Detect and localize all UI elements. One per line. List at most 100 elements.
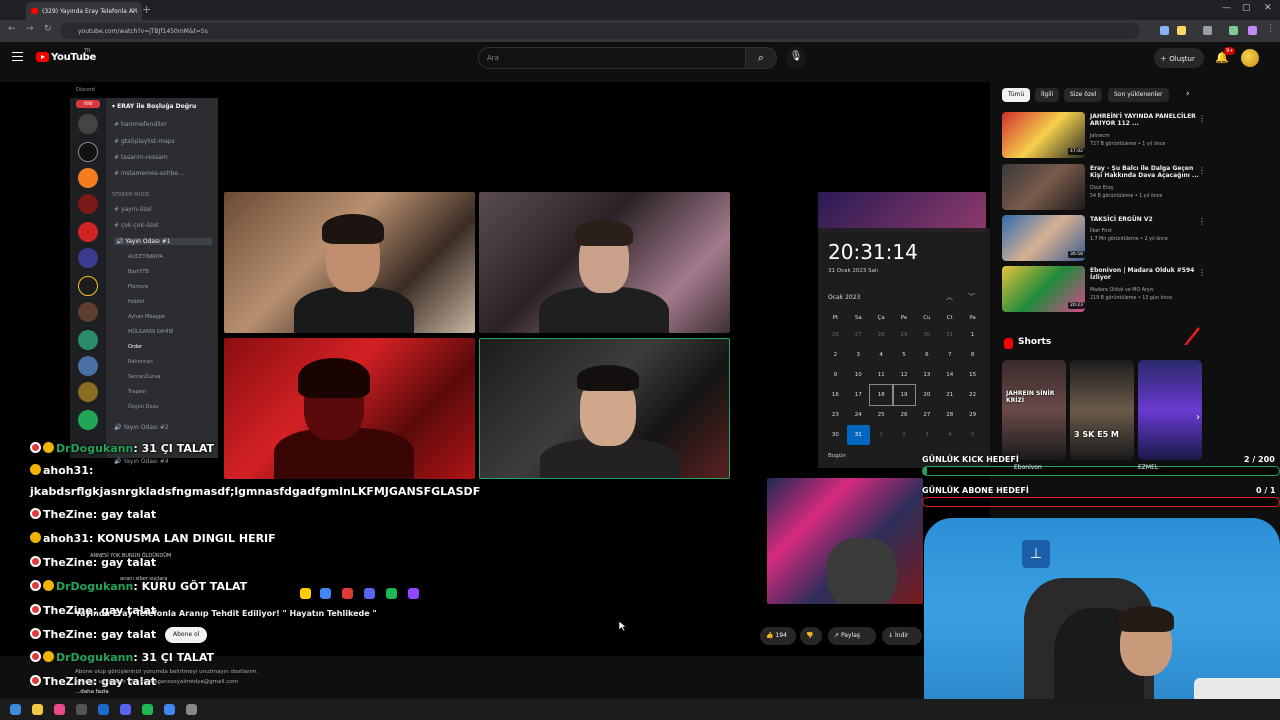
text-channel[interactable]: # çok-çok-özel [114, 222, 158, 229]
more-options-icon[interactable]: ⋮ [1198, 114, 1206, 123]
recommended-video[interactable]: 47:02 JAHREİN'İ YAYINDA PANELCİLER ARIYO… [1002, 112, 1212, 158]
recommended-video[interactable]: Eray - Şu Balcı ile Dalga Geçen Kişi Hak… [1002, 164, 1212, 210]
user-avatar[interactable] [1241, 49, 1259, 67]
calendar-day[interactable]: 17 [847, 385, 870, 405]
channel-name[interactable]: İlker First [1090, 229, 1112, 234]
calendar-day[interactable]: 25 [870, 405, 893, 425]
video-title[interactable]: JAHREİN'İ YAYINDA PANELCİLER ARIYOR 112 … [1090, 113, 1200, 127]
chips-next-icon[interactable]: › [1186, 89, 1190, 99]
video-title[interactable]: Eray - Şu Balcı ile Dalga Geçen Kişi Hak… [1090, 165, 1200, 179]
chrome-icon[interactable] [164, 704, 175, 715]
voice-member[interactable]: MÜLGANİN SAHİBİ [128, 329, 173, 335]
server-icon[interactable] [78, 356, 98, 376]
calendar-day[interactable]: 3 [915, 425, 938, 445]
maximize-icon[interactable]: ▢ [1242, 3, 1251, 13]
guild-name[interactable]: ▾ ERAY ile Boşluğa Doğru [112, 103, 196, 110]
calendar-day[interactable]: 24 [847, 405, 870, 425]
calendar-day[interactable]: 27 [915, 405, 938, 425]
forward-icon[interactable]: → [26, 24, 34, 34]
calendar-day[interactable]: 30 [824, 425, 847, 445]
calendar-day[interactable]: 31 [846, 425, 870, 445]
calendar-day[interactable]: 4 [870, 345, 893, 365]
calendar-day[interactable]: 26 [893, 405, 916, 425]
calendar-day[interactable]: 30 [915, 325, 938, 345]
reload-icon[interactable]: ↻ [44, 24, 52, 34]
video-title[interactable]: Ebonivon | Madara Olduk #594 İzliyor [1090, 267, 1200, 281]
server-icon[interactable] [78, 194, 98, 214]
create-button[interactable]: ＋ Oluştur [1154, 48, 1204, 68]
calendar-day[interactable]: 21 [938, 385, 961, 405]
calendar-day[interactable]: 15 [961, 365, 984, 385]
steam-icon[interactable] [98, 704, 109, 715]
channel-name[interactable]: Jahrecm [1090, 134, 1110, 139]
text-channel[interactable]: # yayın-özel [114, 206, 152, 213]
server-icon[interactable] [78, 142, 98, 162]
calendar-day[interactable]: 12 [893, 365, 916, 385]
chip-recent[interactable]: Son yüklenenler [1108, 88, 1169, 102]
voice-member[interactable]: Order [128, 344, 142, 350]
calendar-down-icon[interactable]: ﹀ [968, 292, 975, 302]
chip-for-you[interactable]: Size özel [1064, 88, 1103, 102]
more-options-icon[interactable]: ⋮ [1198, 268, 1206, 277]
file-explorer-icon[interactable] [32, 704, 43, 715]
channel-name[interactable]: Madara Olduk ve MO Arşiv [1090, 288, 1154, 293]
text-channel[interactable]: # hammefendiler [114, 121, 167, 128]
youtube-logo-icon[interactable] [36, 52, 49, 62]
voice-channel[interactable]: 🔊 Yayın Odası #4 [114, 458, 169, 465]
voice-member[interactable]: Trapein [128, 389, 146, 395]
more-options-icon[interactable]: ⋮ [1198, 166, 1206, 175]
calendar-day[interactable]: 14 [938, 365, 961, 385]
calendar-day[interactable]: 6 [915, 345, 938, 365]
text-channel[interactable]: # tasarım-ressam [114, 154, 168, 161]
calendar-day[interactable]: 26 [824, 325, 847, 345]
voice-member[interactable]: BarlıYTB [128, 269, 149, 275]
voice-member[interactable]: SercanZunsa [128, 374, 161, 380]
video-title[interactable]: TAKSİCİ ERGÜN V2 [1090, 216, 1200, 223]
server-icon[interactable] [78, 410, 98, 430]
calendar-day[interactable]: 13 [915, 365, 938, 385]
server-icon[interactable] [78, 222, 98, 242]
calendar-day[interactable]: 11 [870, 365, 893, 385]
calendar-day[interactable]: 2 [824, 345, 847, 365]
recommended-video[interactable]: 36:58 TAKSİCİ ERGÜN V2 İlker First 1,7 M… [1002, 215, 1212, 261]
voice-channel[interactable]: 🔊 Yayın Odası #2 [114, 424, 169, 431]
calendar-day[interactable]: 23 [824, 405, 847, 425]
voice-member[interactable]: ALICETINKAYA [128, 254, 163, 260]
voice-member[interactable]: Ayhan Mbappe [128, 314, 165, 320]
channel-category[interactable]: STREAM MODE [112, 192, 149, 198]
discord-icon[interactable] [120, 704, 131, 715]
server-icon[interactable] [78, 382, 98, 402]
channel-name[interactable]: Dizzi Eray [1090, 186, 1114, 191]
calendar-day[interactable]: 29 [961, 405, 984, 425]
menu-dots-icon[interactable]: ⋮ [1266, 24, 1275, 34]
hamburger-menu-icon[interactable] [12, 52, 23, 61]
calendar-month[interactable]: Ocak 2023 [828, 294, 860, 301]
voice-channel-active[interactable]: 🔊 Yayın Odası #1 [114, 238, 212, 245]
server-icon[interactable] [78, 168, 98, 188]
spotify-icon[interactable] [142, 704, 153, 715]
calendar-day[interactable]: 9 [824, 365, 847, 385]
calendar-day[interactable]: 5 [961, 425, 984, 445]
calendar-day[interactable]: 22 [961, 385, 984, 405]
calendar-day[interactable]: 31 [938, 325, 961, 345]
calendar-day[interactable]: 16 [824, 385, 847, 405]
browser-tab[interactable]: (329) Yayında Eray Telefonla Arı ✕ [26, 2, 142, 20]
share-button[interactable]: ↗ Paylaş [828, 627, 876, 645]
calendar-day[interactable]: 27 [847, 325, 870, 345]
calendar-day[interactable]: 20 [915, 385, 938, 405]
text-channel[interactable]: # instamemes-sohbe... [114, 170, 184, 177]
calendar-day[interactable]: 28 [870, 325, 893, 345]
install-icon[interactable] [1160, 26, 1169, 35]
calendar-day[interactable]: 4 [938, 425, 961, 445]
server-icon[interactable] [78, 330, 98, 350]
new-tab-icon[interactable]: + [142, 3, 151, 16]
text-channel[interactable]: # gta5playlist-maps [114, 138, 175, 145]
voice-member[interactable]: Hobbit [128, 299, 145, 305]
close-window-icon[interactable]: ✕ [1264, 3, 1272, 13]
more-options-icon[interactable]: ⋮ [1198, 217, 1206, 226]
app-icon[interactable] [54, 704, 65, 715]
short-thumbnail[interactable]: JAHREIN SİNİR KRİZİ [1002, 360, 1066, 460]
account-icon[interactable] [1248, 26, 1257, 35]
calendar-day[interactable]: 2 [893, 425, 916, 445]
chip-all[interactable]: Tümü [1002, 88, 1031, 102]
